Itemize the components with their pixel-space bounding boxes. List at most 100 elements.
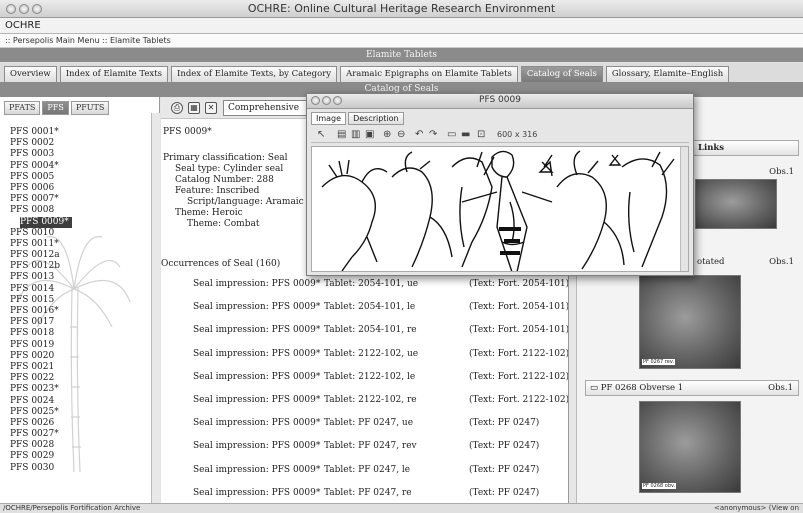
seal-list-item-label: PFS 0025* bbox=[10, 406, 59, 417]
zoom-in-icon[interactable]: ⊕ bbox=[383, 129, 391, 140]
seal-list-item[interactable]: PFS 0026 bbox=[0, 418, 150, 429]
seal-list-item[interactable]: PFS 0010 bbox=[0, 228, 150, 239]
subtab-pfuts[interactable]: PFUTS bbox=[70, 101, 110, 115]
occurrence-impression[interactable]: Seal impression: PFS 0009* bbox=[193, 349, 320, 359]
status-user[interactable]: <anonymous> (View on bbox=[714, 504, 799, 513]
occurrence-impression[interactable]: Seal impression: PFS 0009* bbox=[193, 325, 320, 335]
occurrence-impression[interactable]: Seal impression: PFS 0009* bbox=[193, 302, 320, 312]
occurrence-row[interactable]: Seal impression: PFS 0009* Tablet: 2054-1… bbox=[161, 273, 569, 296]
occurrence-text: (Text: PF 0247) bbox=[469, 487, 540, 498]
seal-list-item[interactable]: PFS 0007* bbox=[0, 194, 150, 205]
seal-list-item[interactable]: PFS 0017 bbox=[0, 317, 150, 328]
occurrences-heading[interactable]: Occurrences of Seal (160) bbox=[161, 259, 280, 269]
fill-icon[interactable]: ▬ bbox=[461, 129, 470, 140]
tab-overview[interactable]: Overview bbox=[4, 66, 57, 83]
occurrence-impression[interactable]: Seal impression: PFS 0009* bbox=[193, 441, 320, 451]
tab-index-by-category[interactable]: Index of Elamite Texts, by Category bbox=[171, 66, 338, 83]
tab-aramaic-epigraphs[interactable]: Aramaic Epigraphs on Elamite Tablets bbox=[340, 66, 518, 83]
seal-list-item[interactable]: PFS 0004* bbox=[0, 161, 150, 172]
seal-list-item-label: PFS 0013 bbox=[10, 272, 55, 283]
occurrence-impression[interactable]: Seal impression: PFS 0009* bbox=[193, 279, 320, 289]
tab-glossary[interactable]: Glossary, Elamite–English bbox=[605, 66, 730, 83]
link-item-3[interactable]: ▭ PF 0268 Obverse 1 Obs.1 bbox=[585, 380, 799, 396]
seal-list-item[interactable]: PFS 0006 bbox=[0, 183, 150, 194]
seal-list-item[interactable]: PFS 0011* bbox=[0, 239, 150, 250]
zoom-out-icon[interactable]: ⊖ bbox=[397, 129, 405, 140]
seal-list-item[interactable]: PFS 0019 bbox=[0, 340, 150, 351]
menu-ochre[interactable]: OCHRE bbox=[5, 20, 41, 31]
seal-list-item[interactable]: PFS 0001* bbox=[0, 127, 150, 138]
frame-icon[interactable]: ▣ bbox=[365, 129, 374, 140]
seal-drawing-image[interactable] bbox=[311, 146, 689, 272]
occurrence-text: (Text: Fort. 2122-102) bbox=[469, 348, 570, 359]
occurrence-tablet: Tablet: PF 0247, le bbox=[324, 464, 411, 475]
seal-list-item[interactable]: PFS 0030 bbox=[0, 463, 150, 474]
seal-list-item[interactable]: PFS 0022 bbox=[0, 373, 150, 384]
seal-list-item[interactable]: PFS 0029 bbox=[0, 451, 150, 462]
tablet-thumbnail-1[interactable] bbox=[695, 179, 777, 229]
subtab-pfats[interactable]: PFATS bbox=[4, 101, 41, 115]
seal-list-item[interactable]: PFS 0012b bbox=[0, 261, 150, 272]
seal-list-item[interactable]: PFS 0013 bbox=[0, 272, 150, 283]
grid-icon[interactable]: ▤ bbox=[337, 129, 346, 140]
link-item-2[interactable]: otated Obs.1 bbox=[693, 255, 799, 271]
rotate-left-icon[interactable]: ↶ bbox=[415, 129, 423, 140]
seal-list-item-label: PFS 0030 bbox=[10, 462, 55, 473]
fit-icon[interactable]: ▭ bbox=[447, 129, 456, 140]
seal-list-item[interactable]: PFS 0028 bbox=[0, 440, 150, 451]
occurrence-impression[interactable]: Seal impression: PFS 0009* bbox=[193, 488, 320, 498]
seal-list-item-label: PFS 0026 bbox=[10, 417, 55, 428]
occurrence-impression[interactable]: Seal impression: PFS 0009* bbox=[193, 418, 320, 428]
seal-list-item[interactable]: PFS 0012a bbox=[0, 250, 150, 261]
occurrence-row[interactable]: Seal impression: PFS 0009* Tablet: PF 024… bbox=[161, 412, 568, 435]
popup-tab-image[interactable]: Image bbox=[311, 112, 347, 125]
seal-list-item[interactable]: PFS 0014 bbox=[0, 284, 150, 295]
close-box-icon[interactable]: ✕ bbox=[205, 102, 217, 114]
occurrence-impression[interactable]: Seal impression: PFS 0009* bbox=[193, 465, 320, 475]
seal-list-item[interactable]: PFS 0009* bbox=[0, 216, 150, 228]
occurrence-row[interactable]: Seal impression: PFS 0009* Tablet: 2054-1… bbox=[161, 319, 569, 342]
occurrence-row[interactable]: Seal impression: PFS 0009* Tablet: 2122-1… bbox=[161, 389, 569, 412]
seal-list-item[interactable]: PFS 0024 bbox=[0, 396, 150, 407]
occurrence-impression[interactable]: Seal impression: PFS 0009* bbox=[193, 395, 320, 405]
seal-list-item[interactable]: PFS 0008 bbox=[0, 205, 150, 216]
occurrence-row[interactable]: Seal impression: PFS 0009* Tablet: PF 024… bbox=[161, 459, 568, 482]
tablet-thumbnail-3[interactable]: PF 0268 obv. bbox=[639, 401, 741, 493]
occurrence-row[interactable]: Seal impression: PFS 0009* Tablet: 2054-1… bbox=[161, 296, 569, 319]
seal-list-item[interactable]: PFS 0015 bbox=[0, 295, 150, 306]
popup-tab-description[interactable]: Description bbox=[348, 112, 404, 125]
seal-list-item[interactable]: PFS 0005 bbox=[0, 172, 150, 183]
occurrence-row[interactable]: Seal impression: PFS 0009* Tablet: PF 024… bbox=[161, 435, 568, 458]
subtab-pfs[interactable]: PFS bbox=[42, 101, 69, 115]
seal-list-item[interactable]: PFS 0027* bbox=[0, 429, 150, 440]
tab-index-elamite-texts[interactable]: Index of Elamite Texts bbox=[59, 66, 168, 83]
seal-list-item[interactable]: PFS 0021 bbox=[0, 362, 150, 373]
seal-list-item[interactable]: PFS 0002 bbox=[0, 138, 150, 149]
tablet-thumbnail-2[interactable]: PF 0267 rev. bbox=[639, 275, 741, 369]
calendar-icon[interactable]: ▦ bbox=[188, 102, 200, 114]
seal-list-scrollbar[interactable] bbox=[151, 113, 160, 503]
seal-list-item[interactable]: PFS 0018 bbox=[0, 328, 150, 339]
seal-list-item[interactable]: PFS 0023* bbox=[0, 384, 150, 395]
occurrence-row[interactable]: Seal impression: PFS 0009* Tablet: 2122-1… bbox=[161, 343, 570, 366]
thumb-3-caption: PF 0268 obv. bbox=[642, 483, 677, 489]
seal-list-item[interactable]: PFS 0003 bbox=[0, 149, 150, 160]
tab-catalog-of-seals[interactable]: Catalog of Seals bbox=[520, 66, 603, 83]
popup-title-bar[interactable]: PFS 0009 bbox=[307, 94, 693, 109]
rotate-right-icon[interactable]: ↷ bbox=[429, 129, 437, 140]
pointer-icon[interactable]: ↖ bbox=[317, 129, 325, 140]
image-scrollbar[interactable] bbox=[680, 147, 688, 271]
occurrence-impression[interactable]: Seal impression: PFS 0009* bbox=[193, 372, 320, 382]
actual-size-icon[interactable]: ⊡ bbox=[477, 129, 485, 140]
seal-list-item[interactable]: PFS 0020 bbox=[0, 351, 150, 362]
print-icon[interactable]: ⎙ bbox=[171, 102, 183, 114]
occurrence-text: (Text: PF 0247) bbox=[469, 464, 540, 475]
seal-list-item[interactable]: PFS 0016* bbox=[0, 306, 150, 317]
occurrence-row[interactable]: Seal impression: PFS 0009* Tablet: PF 024… bbox=[161, 482, 568, 505]
occurrence-row[interactable]: Seal impression: PFS 0009* Tablet: 2122-1… bbox=[161, 366, 569, 389]
occurrence-tablet: Tablet: 2054-101, re bbox=[324, 325, 417, 336]
breadcrumb[interactable]: :: Persepolis Main Menu :: Elamite Table… bbox=[0, 34, 803, 48]
columns-icon[interactable]: ▥ bbox=[351, 129, 360, 140]
occurrence-tablet: Tablet: 2122-102, ue bbox=[324, 348, 419, 359]
seal-list-item[interactable]: PFS 0025* bbox=[0, 407, 150, 418]
